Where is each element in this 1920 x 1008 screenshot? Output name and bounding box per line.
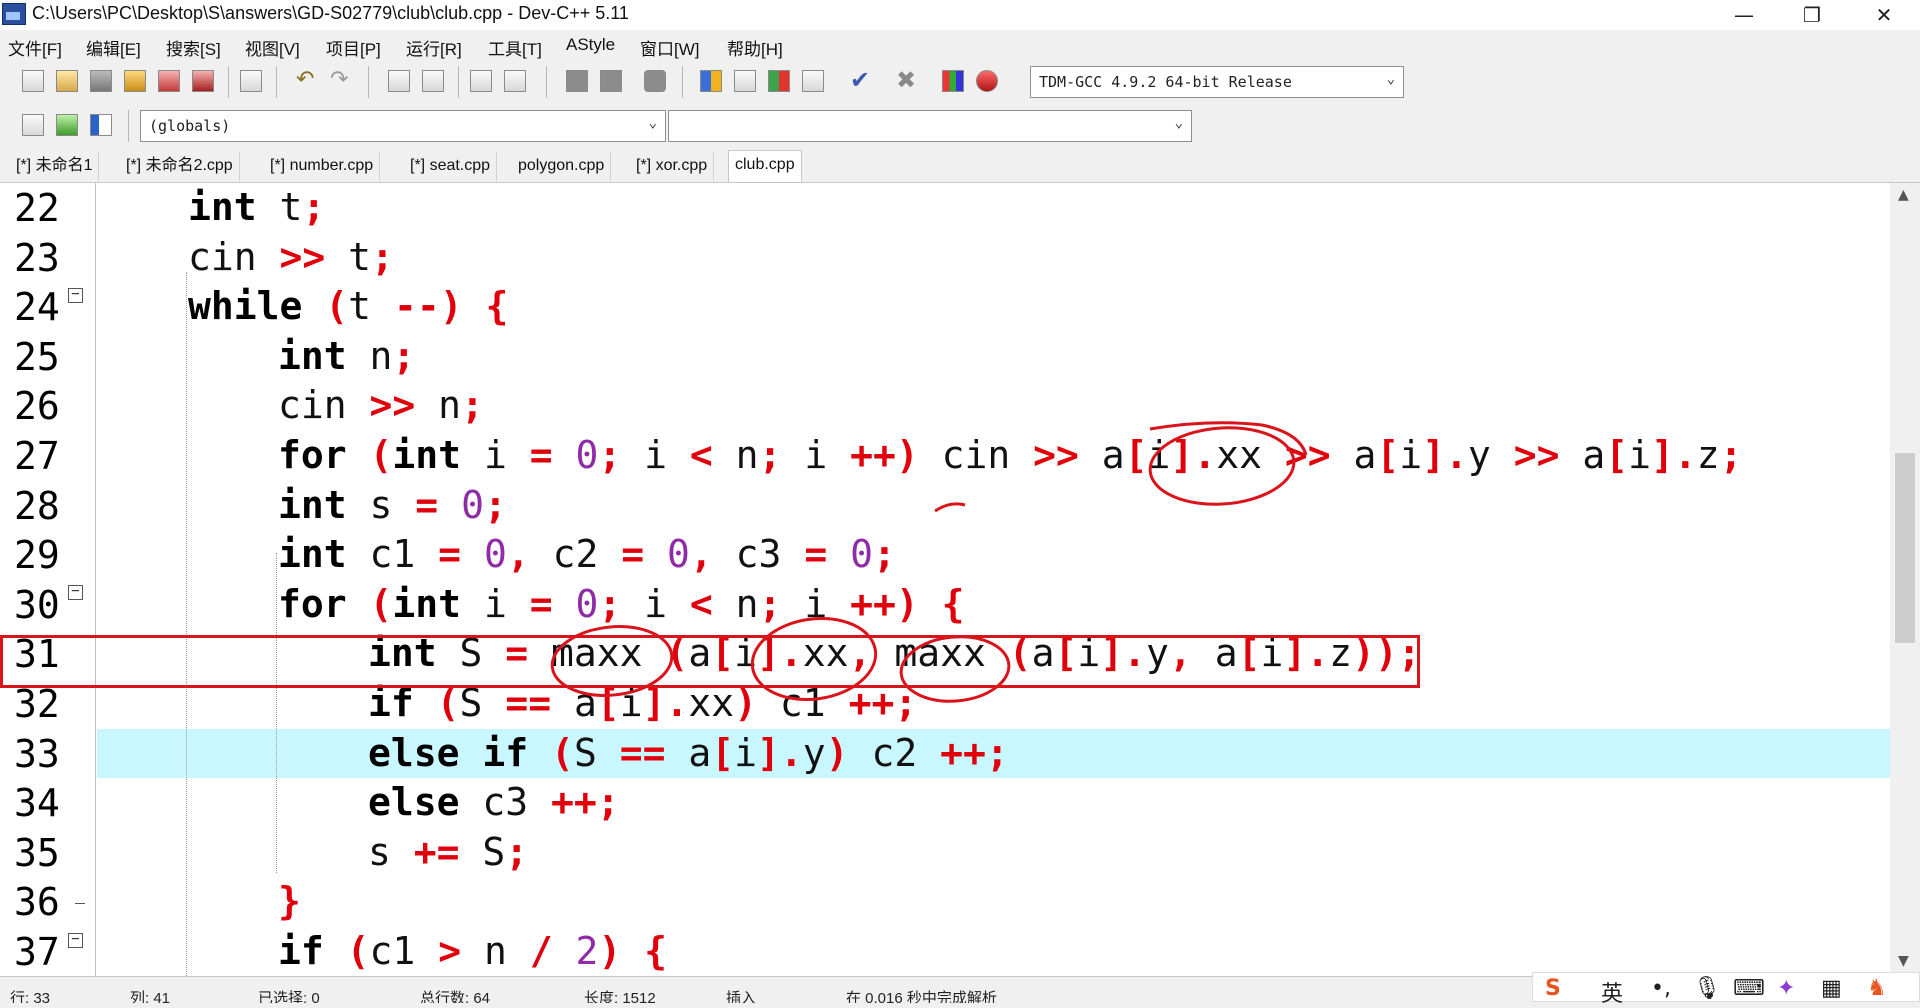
unindent-icon[interactable] [90,114,112,136]
status-col: 列: 41 [130,990,171,1003]
menu-bar: 文件[F] 编辑[E] 搜索[S] 视图[V] 项目[P] 运行[R] 工具[T… [0,30,1920,60]
status-parse-time: 在 0.016 秒中完成解析 [846,990,997,1003]
compile-icon[interactable] [700,70,722,92]
syntax-check-icon[interactable]: ✔ [850,68,872,92]
toggle-comment-icon[interactable] [56,114,78,136]
class-toolbar: (globals) ⌄ ⌄ [0,104,1920,148]
chevron-down-icon: ⌄ [1174,115,1183,131]
replace-icon[interactable] [422,70,444,92]
title-bar: C:\Users\PC\Desktop\S\answers\GD-S02779\… [0,0,1920,30]
menu-window[interactable]: 窗口[W] [640,35,700,60]
print-icon[interactable] [240,70,262,92]
profile-icon[interactable] [942,70,964,92]
tab-untitled2[interactable]: [*] 未命名2.cpp [120,152,240,181]
main-toolbar: ↶ ↷ ✔ ✖ TDM-GCC 4.9.2 64-bit Release ⌄ [0,60,1920,104]
status-length: 长度: 1512 [584,990,656,1003]
menu-help[interactable]: 帮助[H] [727,35,783,60]
menu-project[interactable]: 项目[P] [326,35,381,60]
chevron-down-icon: ⌄ [648,115,657,131]
tab-untitled1[interactable]: [*] 未命名1 [10,152,100,181]
menu-tools[interactable]: 工具[T] [488,35,542,60]
project-remove-icon[interactable] [600,70,622,92]
annotation-circle-maxx-2 [899,635,1011,703]
undo-icon[interactable]: ↶ [296,69,318,92]
menu-search[interactable]: 搜索[S] [166,35,221,60]
toolbox-grid-icon[interactable]: ▦ [1821,976,1842,1001]
toolbar-separator [546,66,547,98]
tab-seat[interactable]: [*] seat.cpp [404,152,498,181]
menu-file[interactable]: 文件[F] [8,35,62,60]
vertical-scrollbar[interactable]: ▲ ▼ [1890,183,1920,976]
scope-select[interactable]: (globals) ⌄ [140,110,666,142]
annotation-circle-xx [750,616,878,702]
redo-icon[interactable]: ↷ [330,69,352,92]
status-total-lines: 总行数: 64 [420,990,491,1003]
project-options-icon[interactable] [644,70,666,92]
skin-icon[interactable]: ✦ [1777,976,1795,1001]
menu-view[interactable]: 视图[V] [245,35,300,60]
clean-icon[interactable]: ✖ [896,68,918,92]
find-icon[interactable] [388,70,410,92]
insert-icon[interactable] [22,114,44,136]
annotation-marks [550,421,1308,703]
annotation-circle-maxx-1 [550,625,674,697]
microphone-icon[interactable]: 🎙 [1693,976,1721,1001]
code-editor[interactable]: − − − 22 int t; 23 cin >> t; 24 while (t… [0,183,1890,976]
devcpp-app-icon [2,3,26,25]
toolbar-separator [228,66,229,98]
scroll-up-icon[interactable]: ▲ [1898,187,1909,203]
scrollbar-thumb[interactable] [1895,453,1915,643]
minimize-button[interactable]: — [1718,0,1770,30]
ime-language-toggle[interactable]: 英 [1601,976,1623,1008]
menu-run[interactable]: 运行[R] [406,35,462,60]
keyboard-icon[interactable]: ⌨ [1733,976,1765,1001]
debug-icon[interactable] [976,70,998,92]
annotation-stroke [934,502,966,513]
ime-toolbar: S 英 •, 🎙 ⌨ ✦ ▦ ♞ [1532,972,1920,1007]
compiler-select-value: TDM-GCC 4.9.2 64-bit Release [1039,73,1292,91]
tab-number[interactable]: [*] number.cpp [264,152,381,181]
menu-astyle[interactable]: AStyle [566,35,615,55]
toolbar-separator [682,66,683,98]
punctuation-icon[interactable]: •, [1651,976,1671,1001]
tab-polygon[interactable]: polygon.cpp [512,152,612,181]
toolbar-separator [368,66,369,98]
rebuild-all-icon[interactable] [802,70,824,92]
chevron-down-icon: ⌄ [1386,71,1395,87]
close-all-icon[interactable] [192,70,214,92]
status-selected: 已选择: 0 [258,990,320,1003]
bookmark-icon[interactable] [504,70,526,92]
run-icon[interactable] [734,70,756,92]
project-add-icon[interactable] [566,70,588,92]
compile-run-icon[interactable] [768,70,790,92]
new-file-icon[interactable] [22,70,44,92]
symbol-select[interactable]: ⌄ [668,110,1192,142]
status-mode: 插入 [726,990,757,1003]
status-row: 行: 33 [10,990,51,1003]
tab-club[interactable]: club.cpp [728,150,802,182]
window-title: C:\Users\PC\Desktop\S\answers\GD-S02779\… [32,3,629,23]
toolbar-separator [458,66,459,98]
restore-button[interactable]: ❐ [1786,0,1838,30]
goto-line-icon[interactable] [470,70,492,92]
close-file-icon[interactable] [158,70,180,92]
menu-edit[interactable]: 编辑[E] [86,35,141,60]
save-icon[interactable] [90,70,112,92]
sogou-logo-icon[interactable]: S [1545,976,1561,1001]
scroll-down-icon[interactable]: ▼ [1898,953,1909,969]
compiler-select[interactable]: TDM-GCC 4.9.2 64-bit Release ⌄ [1030,66,1404,98]
scope-select-value: (globals) [149,117,231,135]
annotation-circle-xx-input [1148,426,1296,506]
close-button[interactable]: ✕ [1858,0,1910,30]
toolbar-separator [128,110,129,142]
tab-xor[interactable]: [*] xor.cpp [630,152,715,181]
toolbar-separator [276,66,277,98]
open-file-icon[interactable] [56,70,78,92]
mascot-icon[interactable]: ♞ [1867,976,1887,1001]
save-all-icon[interactable] [124,70,146,92]
editor-tabs: [*] 未命名1 [*] 未命名2.cpp [*] number.cpp [*]… [0,148,1920,183]
